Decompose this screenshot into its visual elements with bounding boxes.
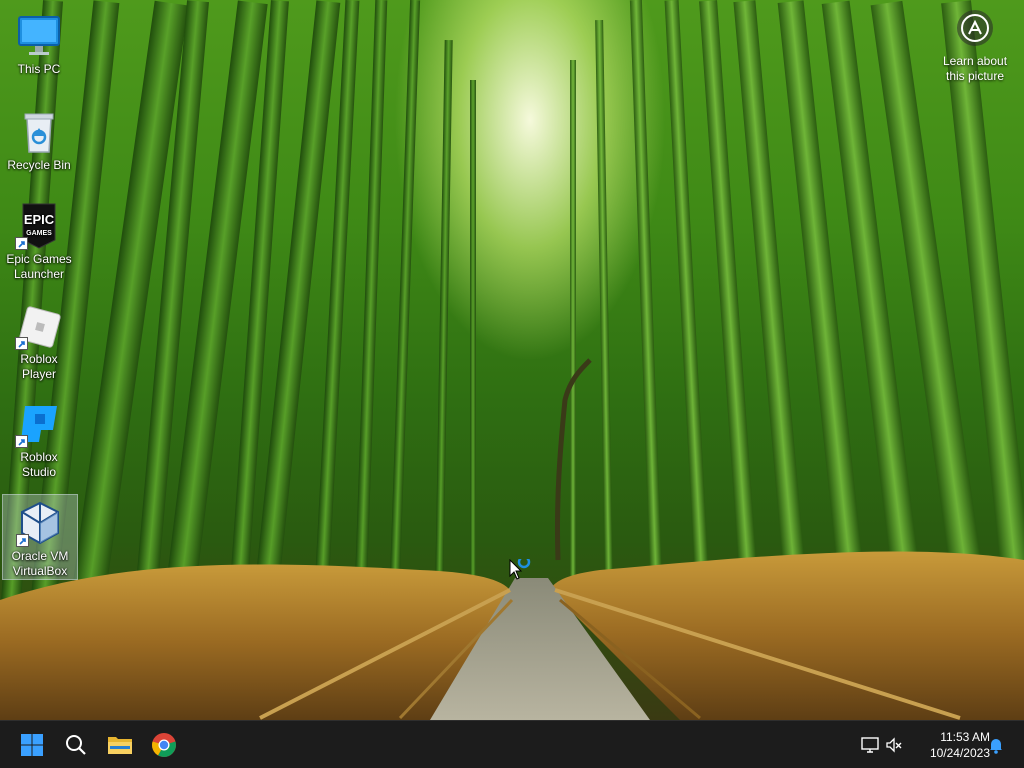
shortcut-arrow-icon [16, 534, 29, 547]
desktop-icon-oracle-vm-virtualbox[interactable]: Oracle VM VirtualBox [2, 494, 78, 580]
folder-icon [108, 737, 132, 754]
clock-date: 10/24/2023 [929, 746, 990, 760]
notification-bell-icon[interactable] [986, 735, 1006, 755]
desktop-icon-label: Oracle VM VirtualBox [11, 549, 69, 578]
desktop-icon-label: Roblox Studio [20, 450, 58, 479]
desktop-icon-epic-games-launcher[interactable]: EPIC GAMES Epic Games Launcher [2, 198, 76, 284]
search-icon [66, 735, 86, 755]
taskbar-search-button[interactable] [56, 725, 96, 765]
roblox-studio-icon [15, 400, 63, 448]
clock-time: 11:53 AM [940, 730, 990, 744]
taskbar-chrome-button[interactable] [144, 725, 184, 765]
network-icon[interactable] [860, 735, 880, 755]
taskbar-start-button[interactable] [12, 725, 52, 765]
spotlight-camera-icon [957, 10, 993, 46]
shortcut-arrow-icon [15, 237, 28, 250]
svg-text:GAMES: GAMES [26, 230, 52, 237]
svg-text:EPIC: EPIC [24, 212, 55, 227]
epic-games-icon: EPIC GAMES [15, 202, 63, 250]
bamboo-forest-image [0, 0, 1024, 720]
desktop-icon-label: Roblox Player [20, 352, 58, 381]
desktop-icon-label: Recycle Bin [7, 158, 71, 172]
mouse-cursor-icon [509, 555, 535, 588]
volume-muted-icon[interactable] [884, 735, 904, 755]
recycle-bin-icon [15, 108, 63, 156]
learn-about-picture-label: Learn about this picture [942, 54, 1008, 83]
desktop-icon-roblox-studio[interactable]: Roblox Studio [2, 396, 76, 479]
desktop-wallpaper [0, 0, 1024, 720]
desktop-icon-label: Epic Games Launcher [6, 252, 72, 281]
virtualbox-icon [16, 499, 64, 547]
desktop-icon-this-pc[interactable]: This PC [2, 8, 76, 78]
learn-about-picture-button[interactable]: Learn about this picture [936, 10, 1014, 84]
windows-start-icon [21, 734, 43, 756]
system-clock[interactable]: 11:53 AM 10/24/2023 [912, 729, 990, 761]
taskbar-file-explorer-button[interactable] [100, 725, 140, 765]
desktop-icon-label: This PC [17, 62, 61, 76]
shortcut-arrow-icon [15, 337, 28, 350]
chrome-icon [152, 733, 176, 757]
shortcut-arrow-icon [15, 435, 28, 448]
desktop-icon-recycle-bin[interactable]: Recycle Bin [2, 104, 76, 174]
taskbar: 11:53 AM 10/24/2023 [0, 720, 1024, 768]
roblox-player-icon [15, 302, 63, 350]
desktop-icon-roblox-player[interactable]: Roblox Player [2, 298, 76, 381]
monitor-icon [15, 12, 63, 60]
